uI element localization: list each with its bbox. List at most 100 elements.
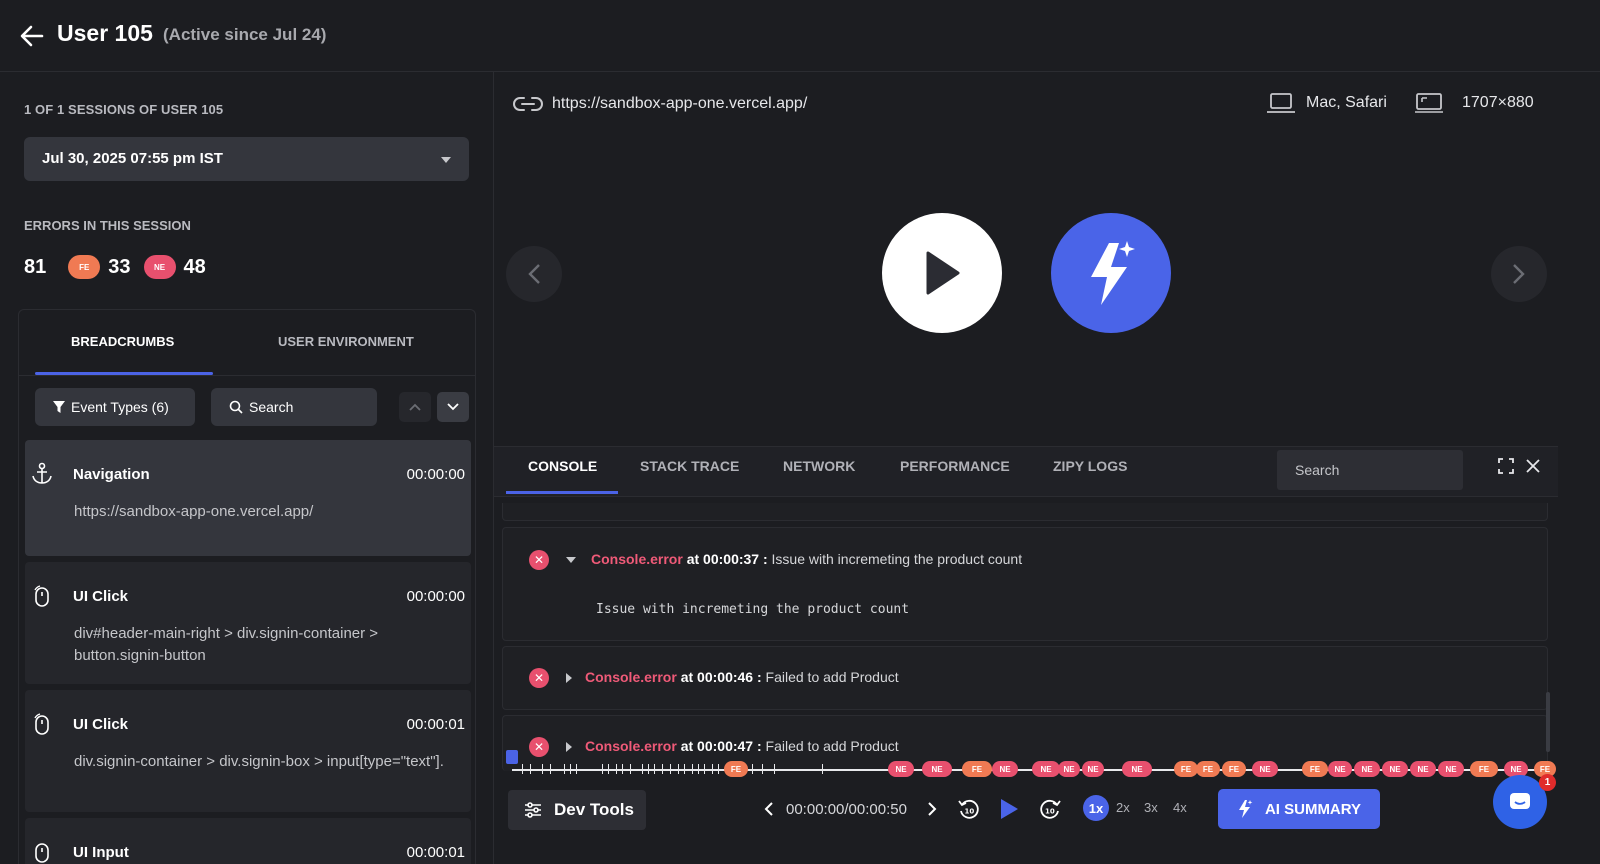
- search-icon: [229, 400, 243, 414]
- chevron-down-icon: [447, 403, 459, 411]
- console-time: 00:00:47 :: [697, 738, 762, 754]
- timeline-ne-marker[interactable]: NE: [922, 761, 952, 777]
- tab-user-environment[interactable]: USER ENVIRONMENT: [278, 334, 414, 349]
- breadcrumb-time: 00:00:00: [406, 466, 465, 483]
- forward-10-icon[interactable]: 10: [1038, 797, 1062, 826]
- speed-4x[interactable]: 4x: [1173, 800, 1187, 815]
- search-label: Search: [249, 399, 294, 415]
- play-icon: [926, 251, 960, 295]
- timeline-ne-marker[interactable]: NE: [992, 761, 1018, 777]
- breadcrumb-item[interactable]: UI Input 00:00:01: [25, 818, 471, 864]
- console-scrollbar[interactable]: [1546, 692, 1550, 752]
- console-entry-line: Console.error at 00:00:37 : Issue with i…: [591, 551, 1022, 567]
- console-entry[interactable]: ✕ Console.error at 00:00:46 : Failed to …: [502, 646, 1548, 710]
- timeline-ne-marker[interactable]: NE: [1328, 761, 1352, 777]
- breadcrumb-item[interactable]: Navigation 00:00:00 https://sandbox-app-…: [25, 440, 471, 556]
- back-arrow-icon[interactable]: [18, 22, 46, 50]
- timeline-fe-marker[interactable]: FE: [1470, 761, 1498, 777]
- ai-summary-play-button[interactable]: [1051, 213, 1171, 333]
- timeline-ne-marker[interactable]: NE: [1122, 761, 1152, 777]
- timeline-ne-marker[interactable]: NE: [1354, 761, 1380, 777]
- console-entry[interactable]: ✕ Console.error at 00:00:37 : Issue with…: [502, 527, 1548, 641]
- breadcrumb-item[interactable]: UI Click 00:00:00 div#header-main-right …: [25, 562, 471, 684]
- next-session-button[interactable]: [1491, 246, 1547, 302]
- breadcrumb-item[interactable]: UI Click 00:00:01 div.signin-container >…: [25, 690, 471, 812]
- timeline-tick: [622, 764, 623, 774]
- expand-caret-icon[interactable]: [566, 673, 572, 683]
- speed-1x[interactable]: 1x: [1083, 795, 1109, 821]
- speed-2x[interactable]: 2x: [1116, 800, 1130, 815]
- timeline-ne-marker[interactable]: NE: [1058, 761, 1080, 777]
- tab-breadcrumbs[interactable]: BREADCRUMBS: [71, 334, 174, 349]
- play-icon[interactable]: [998, 797, 1020, 826]
- collapse-caret-icon[interactable]: [566, 557, 576, 563]
- console-search-input[interactable]: Search: [1277, 450, 1463, 490]
- timeline-tick: [692, 764, 693, 774]
- expand-icon[interactable]: [1498, 458, 1514, 479]
- error-icon: ✕: [529, 550, 549, 570]
- timeline-ne-marker[interactable]: NE: [1082, 761, 1104, 777]
- console-error-type: Console.error: [585, 738, 677, 754]
- tab-network[interactable]: NETWORK: [783, 458, 855, 474]
- timeline-fe-marker[interactable]: FE: [1196, 761, 1220, 777]
- active-tab-indicator: [35, 372, 213, 375]
- breadcrumb-time: 00:00:01: [406, 844, 465, 861]
- expand-caret-icon[interactable]: [566, 742, 572, 752]
- mouse-icon: [31, 712, 53, 736]
- chevron-right-icon[interactable]: [927, 801, 937, 822]
- close-icon[interactable]: [1525, 458, 1541, 479]
- timeline-ne-marker[interactable]: NE: [1382, 761, 1408, 777]
- timeline-tick: [762, 764, 763, 774]
- session-timeline[interactable]: FE NE NE FE NE NE NE NE NE FE FE FE NE FE NE NE NE NE NE FE…: [506, 750, 1558, 780]
- sliders-icon: [525, 802, 541, 818]
- play-button[interactable]: [882, 213, 1002, 333]
- tab-performance[interactable]: PERFORMANCE: [900, 458, 1010, 474]
- timeline-tick: [608, 764, 609, 774]
- breadcrumb-title: UI Click: [73, 588, 129, 605]
- console-detail: Issue with incremeting the product count: [596, 602, 910, 617]
- speed-3x[interactable]: 3x: [1144, 800, 1158, 815]
- breadcrumb-search-button[interactable]: Search: [211, 388, 377, 426]
- timeline-fe-marker[interactable]: FE: [1302, 761, 1328, 777]
- timeline-fe-marker[interactable]: FE: [724, 761, 748, 777]
- rewind-10-icon[interactable]: 10: [957, 797, 981, 826]
- timeline-tick: [704, 764, 705, 774]
- timeline-fe-marker[interactable]: FE: [962, 761, 992, 777]
- previous-session-button[interactable]: [506, 246, 562, 302]
- left-panel: 1 OF 1 SESSIONS OF USER 105 Jul 30, 2025…: [0, 72, 494, 864]
- chevron-left-icon[interactable]: [764, 801, 774, 822]
- breadcrumb-time: 00:00:01: [406, 716, 465, 733]
- timeline-ne-marker[interactable]: NE: [1438, 761, 1464, 777]
- playback-timecode: 00:00:00/00:00:50: [786, 801, 907, 818]
- laptop-icon: [1267, 93, 1295, 113]
- session-dropdown[interactable]: Jul 30, 2025 07:55 pm IST: [24, 137, 469, 181]
- chevron-up-icon: [409, 403, 421, 411]
- timeline-tick: [616, 764, 617, 774]
- console-time: 00:00:46 :: [697, 669, 762, 685]
- timeline-fe-marker[interactable]: FE: [1222, 761, 1246, 777]
- ai-lightning-icon: [1091, 241, 1135, 305]
- dev-tools-button[interactable]: Dev Tools: [508, 790, 646, 830]
- timeline-ne-marker[interactable]: NE: [1410, 761, 1436, 777]
- timeline-ne-marker[interactable]: NE: [888, 761, 914, 777]
- event-types-button[interactable]: Event Types (6): [35, 388, 195, 426]
- tab-console[interactable]: CONSOLE: [528, 458, 597, 474]
- timeline-ne-marker[interactable]: NE: [1032, 761, 1060, 777]
- page-subtitle: (Active since Jul 24): [163, 25, 327, 44]
- sidebar-tabs: BREADCRUMBS USER ENVIRONMENT: [19, 310, 475, 376]
- previous-event-button[interactable]: [399, 392, 431, 422]
- console-at: at: [680, 738, 694, 754]
- timeline-tick: [648, 764, 649, 774]
- timeline-playhead[interactable]: [506, 750, 518, 764]
- breadcrumb-title: Navigation: [73, 466, 150, 483]
- dev-console: CONSOLE STACK TRACE NETWORK PERFORMANCE …: [494, 446, 1558, 864]
- breadcrumb-time: 00:00:00: [406, 588, 465, 605]
- next-event-button[interactable]: [437, 392, 469, 422]
- timeline-tick: [530, 764, 531, 774]
- ai-summary-button[interactable]: AI SUMMARY: [1218, 789, 1380, 829]
- tab-zipy-logs[interactable]: ZIPY LOGS: [1053, 458, 1127, 474]
- tab-stack-trace[interactable]: STACK TRACE: [640, 458, 739, 474]
- timeline-fe-marker[interactable]: FE: [1174, 761, 1198, 777]
- timeline-ne-marker[interactable]: NE: [1252, 761, 1278, 777]
- console-message: Failed to add Product: [765, 669, 899, 685]
